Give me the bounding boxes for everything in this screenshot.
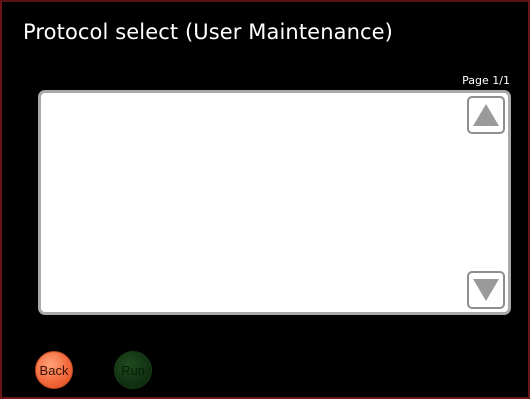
page-title: Protocol select (User Maintenance) bbox=[23, 20, 393, 44]
protocol-list[interactable] bbox=[38, 90, 511, 315]
scroll-down-button[interactable] bbox=[467, 271, 505, 309]
triangle-down-icon bbox=[473, 279, 499, 301]
back-button[interactable]: Back bbox=[35, 351, 73, 389]
scroll-up-button[interactable] bbox=[467, 96, 505, 134]
triangle-up-icon bbox=[473, 104, 499, 126]
screen: Protocol select (User Maintenance) Page … bbox=[0, 0, 530, 399]
run-button[interactable]: Run bbox=[114, 351, 152, 389]
page-indicator: Page 1/1 bbox=[462, 74, 510, 87]
